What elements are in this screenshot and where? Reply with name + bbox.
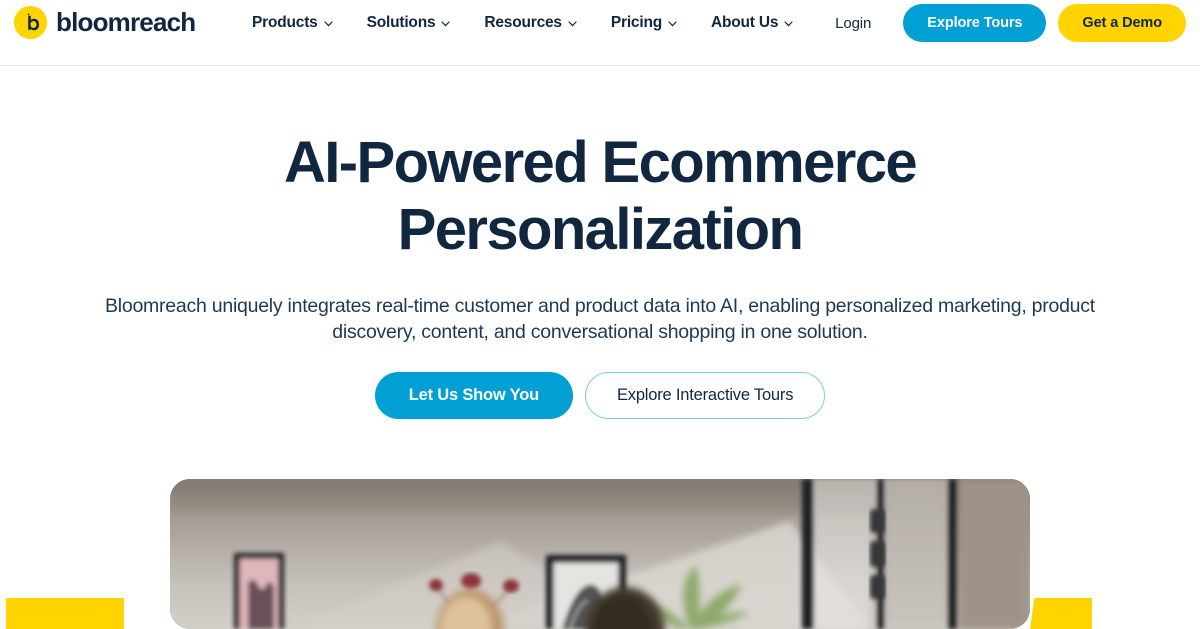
chevron-down-icon (568, 21, 577, 27)
bloomreach-homepage: bloomreach Products Solutions Resources (0, 0, 1200, 629)
bloomreach-b-mark-icon (14, 5, 47, 39)
main-navigation: Products Solutions Resources Pricing Abo… (252, 10, 793, 36)
explore-tours-button[interactable]: Explore Tours (903, 4, 1047, 42)
site-header: bloomreach Products Solutions Resources (0, 0, 1200, 66)
nav-item-pricing[interactable]: Pricing (611, 15, 694, 31)
brand-logo-link[interactable]: bloomreach (14, 5, 196, 39)
chevron-down-icon (323, 21, 333, 27)
hero-media-zone (0, 479, 1200, 629)
chevron-down-icon (784, 21, 793, 27)
brand-name: bloomreach (56, 7, 196, 37)
hero-title-line-1: AI-Powered Ecommerce (283, 130, 918, 195)
chevron-down-icon (668, 21, 677, 27)
hero-title-line-2: Personalization (397, 197, 804, 263)
nav-label: Pricing (610, 14, 662, 32)
nav-label: Products (252, 14, 318, 32)
hero-subtitle: Bloomreach uniquely integrates real-time… (105, 294, 1095, 344)
login-link[interactable]: Login (835, 15, 871, 32)
let-us-show-you-button[interactable]: Let Us Show You (374, 371, 573, 419)
chevron-down-icon (441, 21, 450, 27)
nav-item-about-us[interactable]: About Us (711, 15, 793, 31)
hero-section: AI-Powered Ecommerce Personalization Blo… (0, 67, 1200, 419)
hero-video-still[interactable] (170, 479, 1030, 629)
nav-item-solutions[interactable]: Solutions (367, 15, 468, 31)
nav-label: Solutions (366, 14, 436, 32)
yellow-rectangle-accent (6, 598, 124, 629)
nav-item-products[interactable]: Products (252, 15, 350, 31)
header-actions: Login Explore Tours Get a Demo (835, 2, 1186, 44)
nav-item-resources[interactable]: Resources (484, 15, 593, 31)
nav-label: About Us (711, 14, 779, 32)
get-a-demo-button[interactable]: Get a Demo (1058, 4, 1186, 42)
hero-cta-group: Let Us Show You Explore Interactive Tour… (0, 371, 1200, 419)
nav-label: Resources (484, 14, 562, 32)
yellow-trapezoid-accent (1030, 598, 1092, 629)
explore-interactive-tours-button[interactable]: Explore Interactive Tours (584, 371, 826, 419)
page-title: AI-Powered Ecommerce Personalization (0, 129, 1200, 264)
